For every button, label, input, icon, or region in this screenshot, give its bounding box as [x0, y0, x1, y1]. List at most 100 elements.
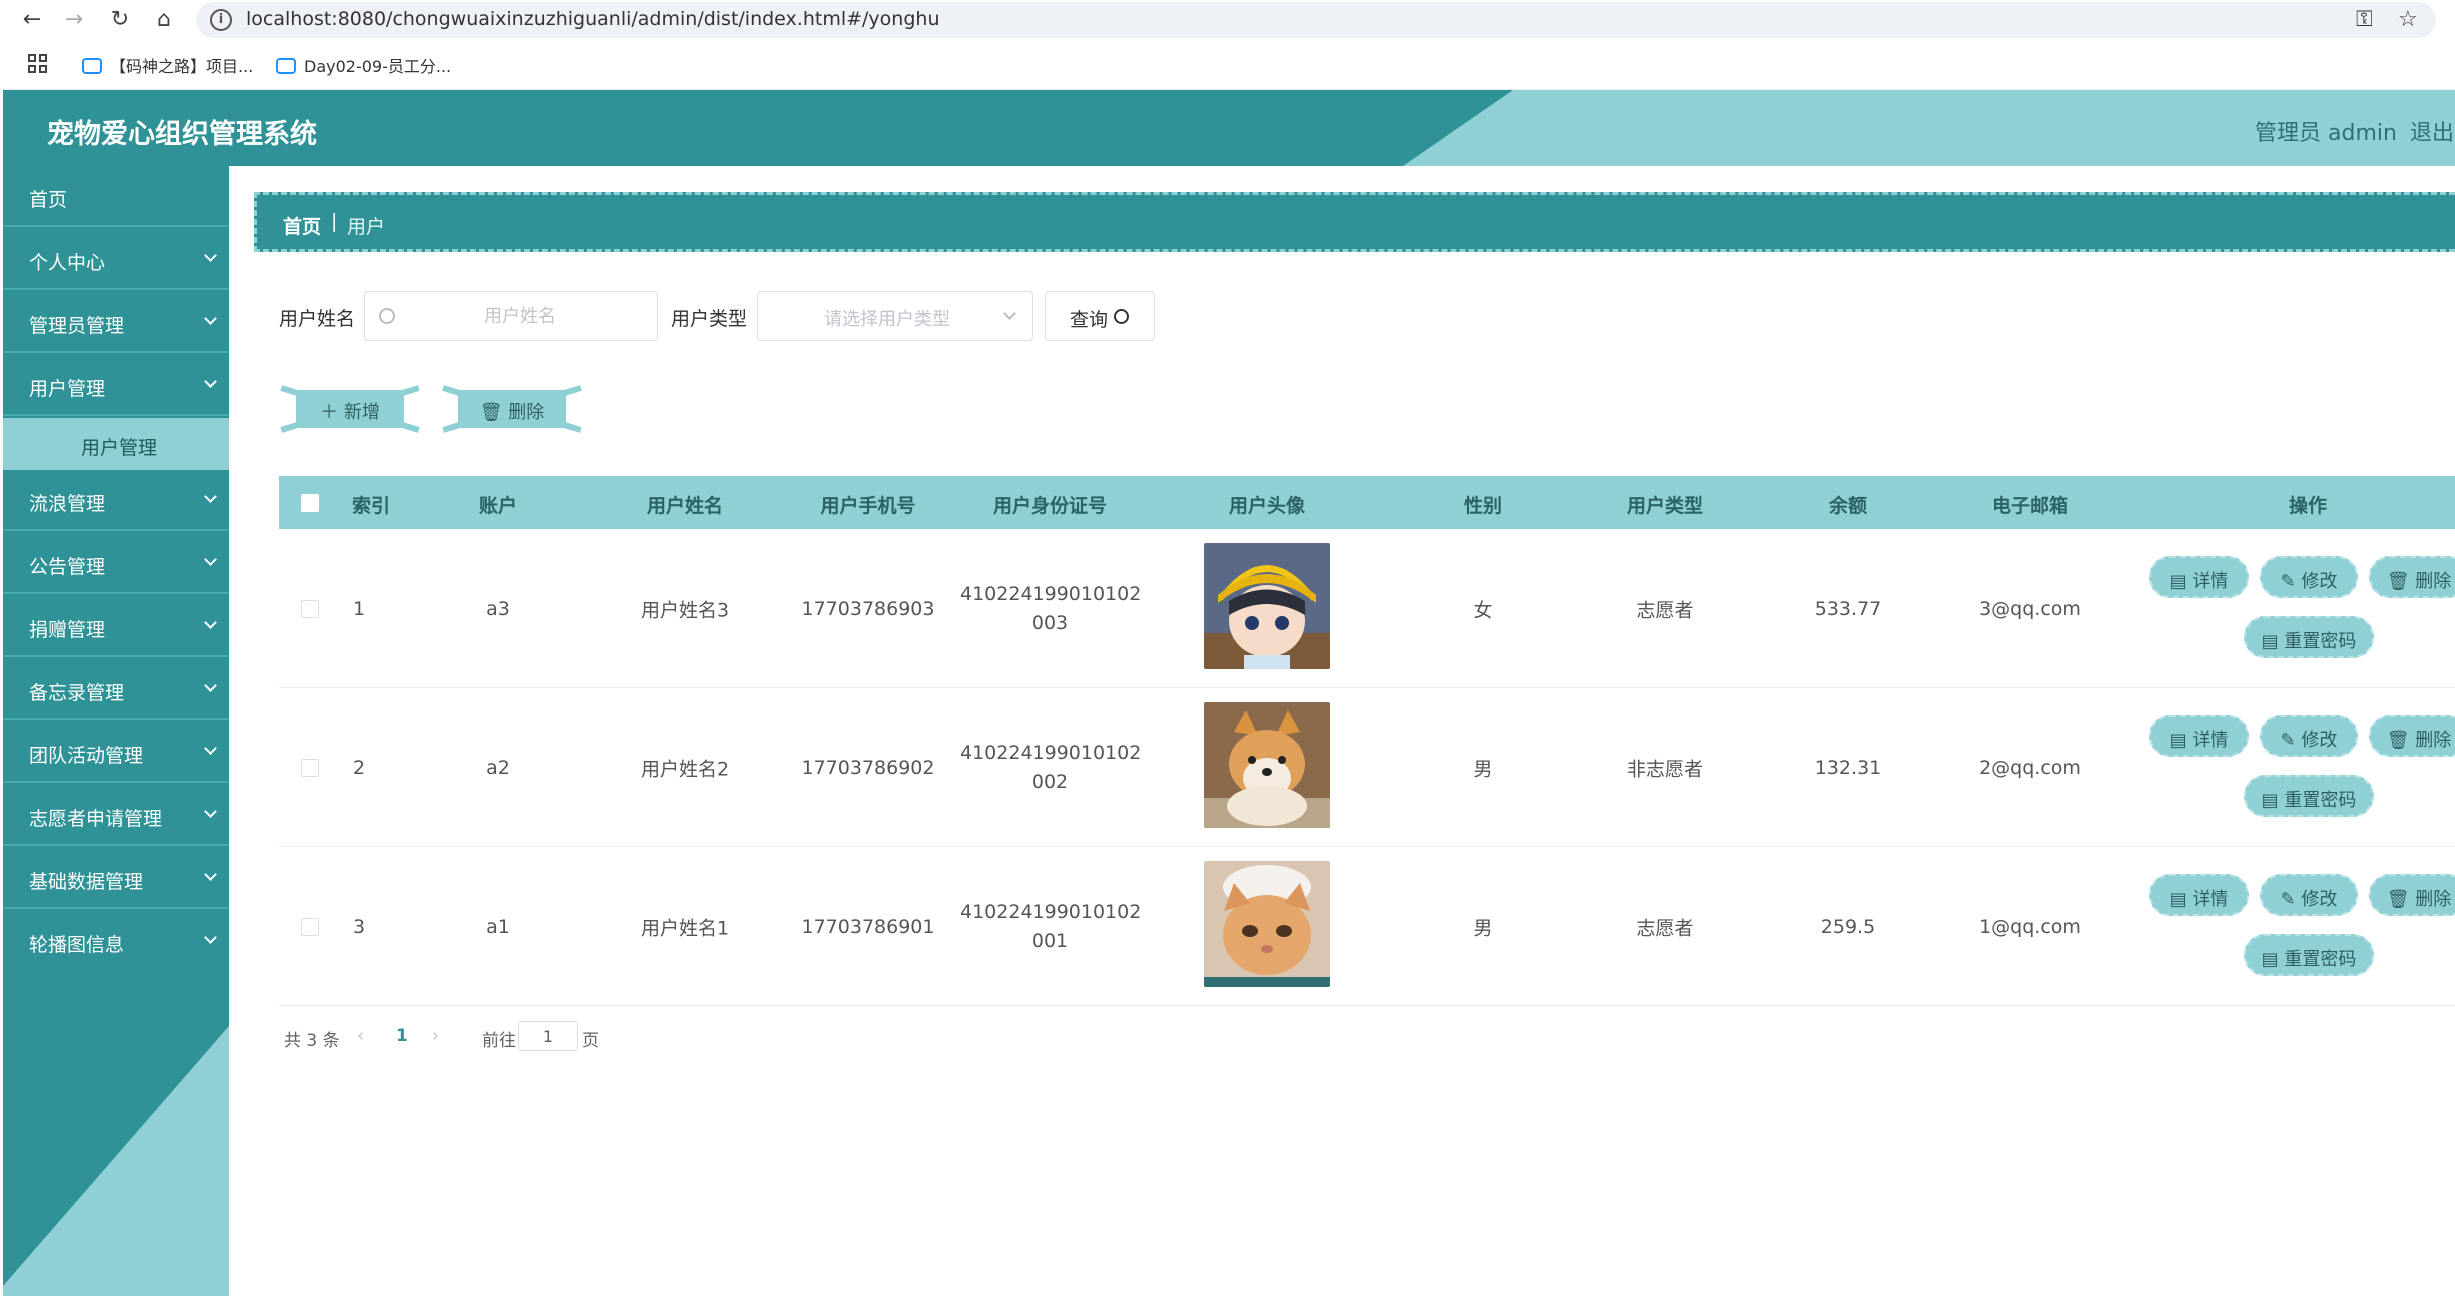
page-number[interactable]: 1 — [396, 1026, 408, 1046]
delete-label: 🗑 删除 — [2386, 730, 2452, 751]
row-checkbox[interactable] — [301, 918, 319, 936]
edit-button[interactable]: ✎ 修改 — [2260, 715, 2358, 757]
delete-label: 🗑 删除 — [479, 402, 545, 423]
forward-icon[interactable]: → — [58, 4, 90, 36]
current-user: 管理员 admin — [2255, 121, 2397, 146]
delete-button[interactable]: 🗑 删除 — [2369, 715, 2455, 757]
home-icon[interactable]: ⌂ — [148, 4, 180, 36]
table-header: 索引 账户 用户姓名 用户手机号 用户身份证号 用户头像 性别 用户类型 余额 … — [279, 476, 2455, 529]
column-header: 用户姓名 — [646, 495, 724, 517]
sidebar-item-donations[interactable]: 捐赠管理 — [3, 596, 229, 657]
sidebar: 首页 个人中心 管理员管理 用户管理 用户管理 流浪管理 公告管理 捐赠管理 备… — [3, 166, 229, 1296]
reset-password-label: ▤ 重置密码 — [2261, 949, 2357, 970]
cell-phone: 17703786902 — [801, 757, 935, 779]
reset-password-button[interactable]: ▤ 重置密码 — [2244, 616, 2374, 658]
query-button[interactable]: 查询 — [1045, 291, 1155, 341]
table-row: 1 a3 用户姓名3 17703786903 410224199010102 00… — [279, 530, 2455, 688]
sidebar-item-strays[interactable]: 流浪管理 — [3, 470, 229, 531]
chevron-down-icon — [204, 742, 217, 755]
chevron-down-icon — [204, 312, 217, 325]
star-icon[interactable]: ☆ — [2398, 7, 2418, 32]
detail-button[interactable]: ▤ 详情 — [2149, 715, 2249, 757]
sidebar-subitem-users[interactable]: 用户管理 — [3, 418, 229, 470]
sidebar-item-label: 团队活动管理 — [29, 745, 144, 767]
delete-button[interactable]: 🗑 删除 — [2369, 874, 2455, 916]
cell-account: a3 — [486, 598, 510, 620]
sidebar-item-label: 轮播图信息 — [29, 934, 125, 956]
reload-icon[interactable]: ↻ — [104, 4, 136, 36]
key-icon[interactable]: ⚿ — [2356, 7, 2373, 32]
row-checkbox[interactable] — [301, 600, 319, 618]
url-text[interactable]: localhost:8080/chongwuaixinzuzhiguanli/a… — [246, 8, 939, 30]
sidebar-item-label: 首页 — [29, 189, 68, 211]
prev-page-icon[interactable]: ‹ — [357, 1025, 364, 1046]
back-icon[interactable]: ← — [16, 4, 48, 36]
name-search-label: 用户姓名 — [279, 308, 356, 330]
sidebar-item-carousel[interactable]: 轮播图信息 — [3, 911, 229, 972]
goto-label: 前往 — [482, 1031, 516, 1051]
detail-button[interactable]: ▤ 详情 — [2149, 874, 2249, 916]
user-type-select[interactable]: 请选择用户类型 — [757, 291, 1033, 341]
sidebar-item-base-data[interactable]: 基础数据管理 — [3, 848, 229, 909]
apps-icon[interactable] — [28, 54, 48, 74]
cell-name: 用户姓名3 — [640, 599, 730, 622]
column-header: 用户身份证号 — [992, 495, 1108, 517]
search-icon — [1114, 309, 1129, 324]
delete-label: 🗑 删除 — [2386, 571, 2452, 592]
goto-page-input[interactable] — [518, 1021, 578, 1051]
logout-link[interactable]: 退出登录 — [2410, 115, 2455, 147]
cell-email: 1@qq.com — [1979, 916, 2081, 938]
breadcrumb-separator: | — [331, 210, 338, 232]
column-header: 电子邮箱 — [1991, 495, 2069, 517]
search-icon — [379, 308, 395, 324]
sidebar-item-admins[interactable]: 管理员管理 — [3, 292, 229, 353]
cell-balance: 259.5 — [1820, 916, 1876, 938]
bulk-delete-button[interactable]: 🗑 删除 — [440, 378, 584, 440]
column-header: 性别 — [1463, 495, 1503, 517]
sidebar-item-activities[interactable]: 团队活动管理 — [3, 722, 229, 783]
site-info-icon[interactable]: i — [210, 9, 232, 31]
sidebar-item-label: 用户管理 — [29, 378, 106, 400]
chevron-down-icon — [204, 490, 217, 503]
sidebar-item-notices[interactable]: 公告管理 — [3, 533, 229, 594]
bookmark-bar: 【码神之路】项目... Day02-09-员工分... — [0, 40, 2455, 90]
add-button[interactable]: ＋ 新增 — [278, 378, 422, 440]
edit-button[interactable]: ✎ 修改 — [2260, 556, 2358, 598]
sidebar-item-users[interactable]: 用户管理 — [3, 355, 229, 416]
cell-id-number: 410224199010102 003 — [960, 583, 1142, 634]
sidebar-item-volunteer-apps[interactable]: 志愿者申请管理 — [3, 785, 229, 846]
next-page-icon[interactable]: › — [432, 1025, 439, 1046]
table-row: 2 a2 用户姓名2 17703786902 410224199010102 00… — [279, 689, 2455, 847]
edit-label: ✎ 修改 — [2280, 889, 2338, 910]
cell-phone: 17703786901 — [801, 916, 935, 938]
cell-name: 用户姓名2 — [640, 758, 730, 781]
sidebar-item-home[interactable]: 首页 — [3, 166, 229, 227]
name-search-input[interactable] — [405, 300, 635, 332]
sidebar-item-memos[interactable]: 备忘录管理 — [3, 659, 229, 720]
name-search-field[interactable] — [364, 291, 658, 341]
edit-button[interactable]: ✎ 修改 — [2260, 874, 2358, 916]
cell-user-type: 志愿者 — [1636, 599, 1694, 622]
delete-button[interactable]: 🗑 删除 — [2369, 556, 2455, 598]
chevron-down-icon — [204, 249, 217, 262]
row-checkbox[interactable] — [301, 759, 319, 777]
sidebar-item-label: 公告管理 — [29, 556, 106, 578]
bookmark-item[interactable]: 【码神之路】项目... — [82, 53, 253, 77]
reset-password-button[interactable]: ▤ 重置密码 — [2244, 775, 2374, 817]
sidebar-item-label: 备忘录管理 — [29, 682, 125, 704]
chevron-down-icon — [204, 616, 217, 629]
detail-button[interactable]: ▤ 详情 — [2149, 556, 2249, 598]
sidebar-item-profile[interactable]: 个人中心 — [3, 229, 229, 290]
chevron-down-icon — [204, 805, 217, 818]
cell-index: 3 — [352, 916, 366, 938]
reset-password-button[interactable]: ▤ 重置密码 — [2244, 934, 2374, 976]
sidebar-item-label: 个人中心 — [29, 252, 106, 274]
bilibili-icon — [82, 58, 102, 74]
breadcrumb-home[interactable]: 首页 — [283, 212, 321, 239]
bookmark-item[interactable]: Day02-09-员工分... — [276, 53, 451, 77]
cell-gender: 男 — [1473, 758, 1493, 781]
select-all-checkbox[interactable] — [301, 494, 319, 512]
address-bar[interactable]: i localhost:8080/chongwuaixinzuzhiguanli… — [196, 2, 2436, 38]
cell-gender: 女 — [1473, 599, 1493, 622]
column-header: 操作 — [2288, 495, 2328, 517]
